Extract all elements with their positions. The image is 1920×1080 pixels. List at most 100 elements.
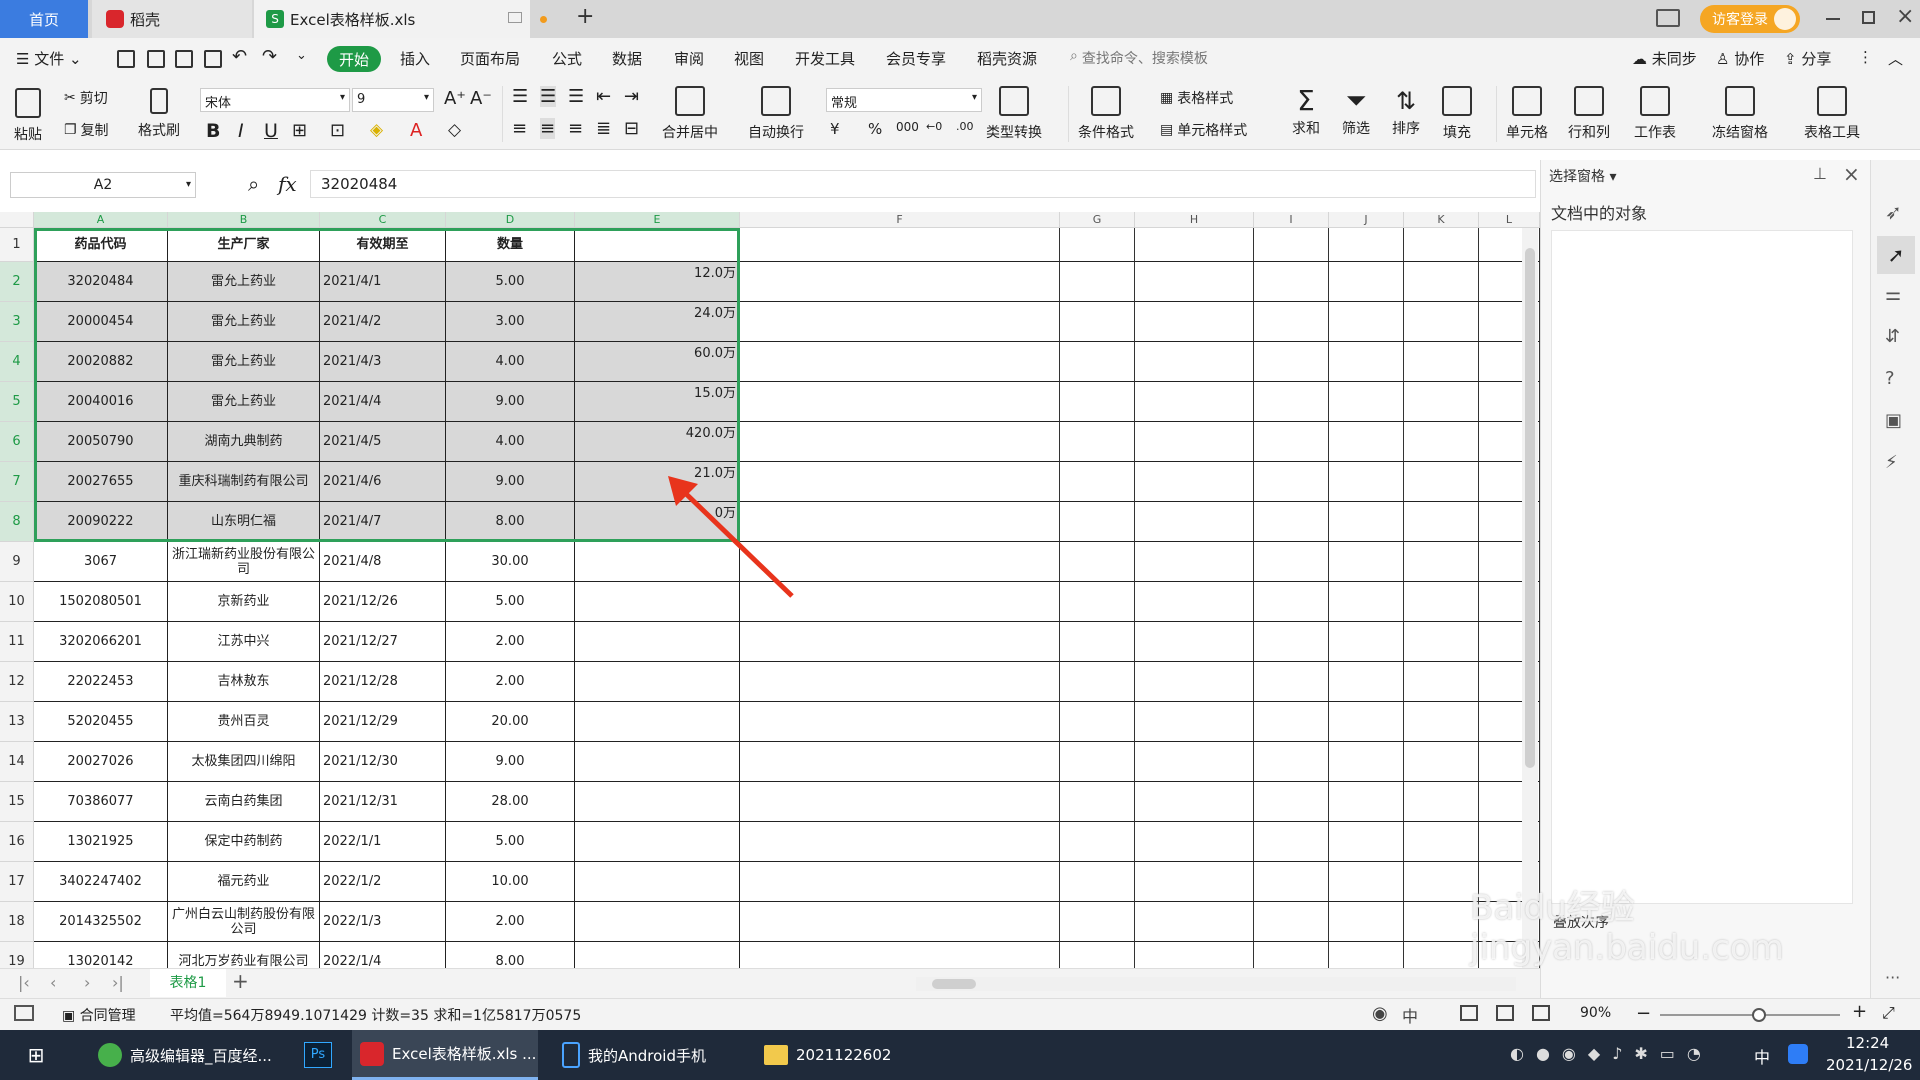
table-cell[interactable]: 2021/12/29 bbox=[320, 702, 446, 742]
table-cell[interactable] bbox=[1060, 422, 1135, 462]
sliders-icon[interactable]: ⚌ bbox=[1885, 284, 1901, 305]
table-cell[interactable] bbox=[1254, 342, 1329, 382]
table-cell[interactable] bbox=[1135, 422, 1254, 462]
table-cell[interactable] bbox=[1329, 782, 1404, 822]
table-cell[interactable] bbox=[1329, 542, 1404, 582]
table-cell[interactable] bbox=[740, 382, 1060, 422]
table-cell[interactable]: 60.0万 bbox=[575, 342, 740, 382]
table-cell[interactable] bbox=[1254, 622, 1329, 662]
table-cell[interactable] bbox=[740, 422, 1060, 462]
row-header[interactable]: 8 bbox=[0, 502, 34, 542]
table-cell[interactable]: 3402247402 bbox=[34, 862, 168, 902]
more-tools-icon[interactable]: ··· bbox=[1885, 968, 1900, 987]
menu-tab-daoke-resources[interactable]: 稻壳资源 bbox=[977, 48, 1037, 69]
table-cell[interactable] bbox=[1060, 302, 1135, 342]
sum-button[interactable]: Σ 求和 bbox=[1292, 86, 1320, 138]
table-cell[interactable] bbox=[1254, 462, 1329, 502]
column-header-k[interactable]: K bbox=[1404, 212, 1479, 228]
table-cell[interactable]: 2021/4/3 bbox=[320, 342, 446, 382]
close-icon[interactable]: × bbox=[1896, 4, 1914, 29]
row-header[interactable]: 9 bbox=[0, 542, 34, 582]
login-button[interactable]: 访客登录 bbox=[1700, 5, 1800, 33]
table-cell[interactable] bbox=[740, 342, 1060, 382]
table-cell[interactable] bbox=[1135, 302, 1254, 342]
table-cell[interactable] bbox=[1329, 702, 1404, 742]
select-all-corner[interactable] bbox=[0, 212, 34, 228]
layout-icon[interactable] bbox=[1656, 9, 1680, 27]
table-cell[interactable] bbox=[1254, 422, 1329, 462]
table-cell[interactable]: 2021/4/4 bbox=[320, 382, 446, 422]
row-header[interactable]: 11 bbox=[0, 622, 34, 662]
table-cell[interactable]: 5.00 bbox=[446, 262, 575, 302]
column-header-i[interactable]: I bbox=[1254, 212, 1329, 228]
tray-app-icon[interactable] bbox=[1788, 1044, 1808, 1064]
table-cell[interactable]: 20040016 bbox=[34, 382, 168, 422]
collab-button[interactable]: ♙ 协作 bbox=[1716, 48, 1764, 69]
clock-date[interactable]: 2021/12/26 bbox=[1826, 1056, 1912, 1074]
table-cell[interactable] bbox=[1135, 782, 1254, 822]
table-cell[interactable] bbox=[1329, 902, 1404, 942]
percent-icon[interactable]: % bbox=[868, 120, 882, 138]
table-cell[interactable]: 9.00 bbox=[446, 382, 575, 422]
table-cell[interactable]: 20.00 bbox=[446, 702, 575, 742]
table-cell[interactable] bbox=[1135, 542, 1254, 582]
column-header-d[interactable]: D bbox=[446, 212, 575, 228]
table-cell[interactable]: 2021/12/31 bbox=[320, 782, 446, 822]
task-browser[interactable]: 高级编辑器_百度经... bbox=[92, 1030, 278, 1080]
align-bottom-icon[interactable]: ☰ bbox=[568, 86, 584, 107]
table-cell[interactable]: 贵州百灵 bbox=[168, 702, 320, 742]
table-cell[interactable] bbox=[740, 822, 1060, 862]
table-cell[interactable]: 5.00 bbox=[446, 822, 575, 862]
table-cell[interactable]: 20050790 bbox=[34, 422, 168, 462]
table-cell[interactable] bbox=[1254, 262, 1329, 302]
column-header-b[interactable]: B bbox=[168, 212, 320, 228]
table-cell[interactable]: 2021/4/2 bbox=[320, 302, 446, 342]
table-cell[interactable]: 云南白药集团 bbox=[168, 782, 320, 822]
zoom-level[interactable]: 90% bbox=[1580, 1005, 1611, 1021]
table-cell[interactable] bbox=[1060, 702, 1135, 742]
table-cell[interactable]: 9.00 bbox=[446, 462, 575, 502]
task-excel[interactable]: Excel表格样板.xls ... bbox=[352, 1030, 538, 1080]
table-cell[interactable]: 3067 bbox=[34, 542, 168, 582]
table-cell[interactable]: 28.00 bbox=[446, 782, 575, 822]
table-cell[interactable]: 雷允上药业 bbox=[168, 342, 320, 382]
selection-pane-title[interactable]: 选择窗格 ▾ bbox=[1549, 166, 1616, 186]
table-cell[interactable] bbox=[1329, 302, 1404, 342]
table-cell[interactable]: 药品代码 bbox=[34, 228, 168, 262]
table-cell[interactable] bbox=[1404, 302, 1479, 342]
column-header-e[interactable]: E bbox=[575, 212, 740, 228]
start-button[interactable]: ⊞ bbox=[16, 1030, 56, 1080]
table-cell[interactable] bbox=[1254, 742, 1329, 782]
v-scrollbar[interactable] bbox=[1522, 228, 1538, 972]
row-header[interactable]: 7 bbox=[0, 462, 34, 502]
table-cell[interactable] bbox=[1060, 228, 1135, 262]
contract-manage-button[interactable]: ▣ 合同管理 bbox=[62, 1005, 136, 1025]
sheet-tab-1[interactable]: 表格1 bbox=[150, 969, 226, 997]
table-cell[interactable] bbox=[740, 702, 1060, 742]
pin-icon[interactable]: ⊥ bbox=[1813, 164, 1827, 183]
table-cell[interactable] bbox=[1404, 582, 1479, 622]
table-cell[interactable] bbox=[1060, 822, 1135, 862]
table-cell[interactable]: 福元药业 bbox=[168, 862, 320, 902]
table-cell[interactable]: 52020455 bbox=[34, 702, 168, 742]
table-cell[interactable] bbox=[1135, 502, 1254, 542]
add-sheet-icon[interactable]: + bbox=[232, 969, 249, 993]
table-cell[interactable] bbox=[1329, 422, 1404, 462]
menu-tab-insert[interactable]: 插入 bbox=[400, 48, 430, 69]
table-cell[interactable] bbox=[1254, 782, 1329, 822]
preview-icon[interactable] bbox=[204, 50, 222, 68]
increase-decimal-icon[interactable]: ←0 bbox=[926, 120, 942, 133]
h-scroll-thumb[interactable] bbox=[932, 979, 976, 989]
currency-icon[interactable]: ¥ bbox=[830, 120, 840, 138]
table-cell[interactable]: 2022/1/1 bbox=[320, 822, 446, 862]
table-cell[interactable] bbox=[1254, 502, 1329, 542]
file-menu[interactable]: ☰ 文件 ⌄ bbox=[16, 48, 82, 69]
table-cell[interactable] bbox=[1060, 462, 1135, 502]
table-cell[interactable] bbox=[1404, 542, 1479, 582]
table-cell[interactable]: 2021/12/27 bbox=[320, 622, 446, 662]
cut-button[interactable]: ✂ 剪切 bbox=[64, 88, 108, 108]
bold-icon[interactable]: B bbox=[206, 120, 220, 142]
table-cell[interactable]: 吉林敖东 bbox=[168, 662, 320, 702]
objects-list[interactable] bbox=[1551, 230, 1853, 904]
row-header[interactable]: 6 bbox=[0, 422, 34, 462]
